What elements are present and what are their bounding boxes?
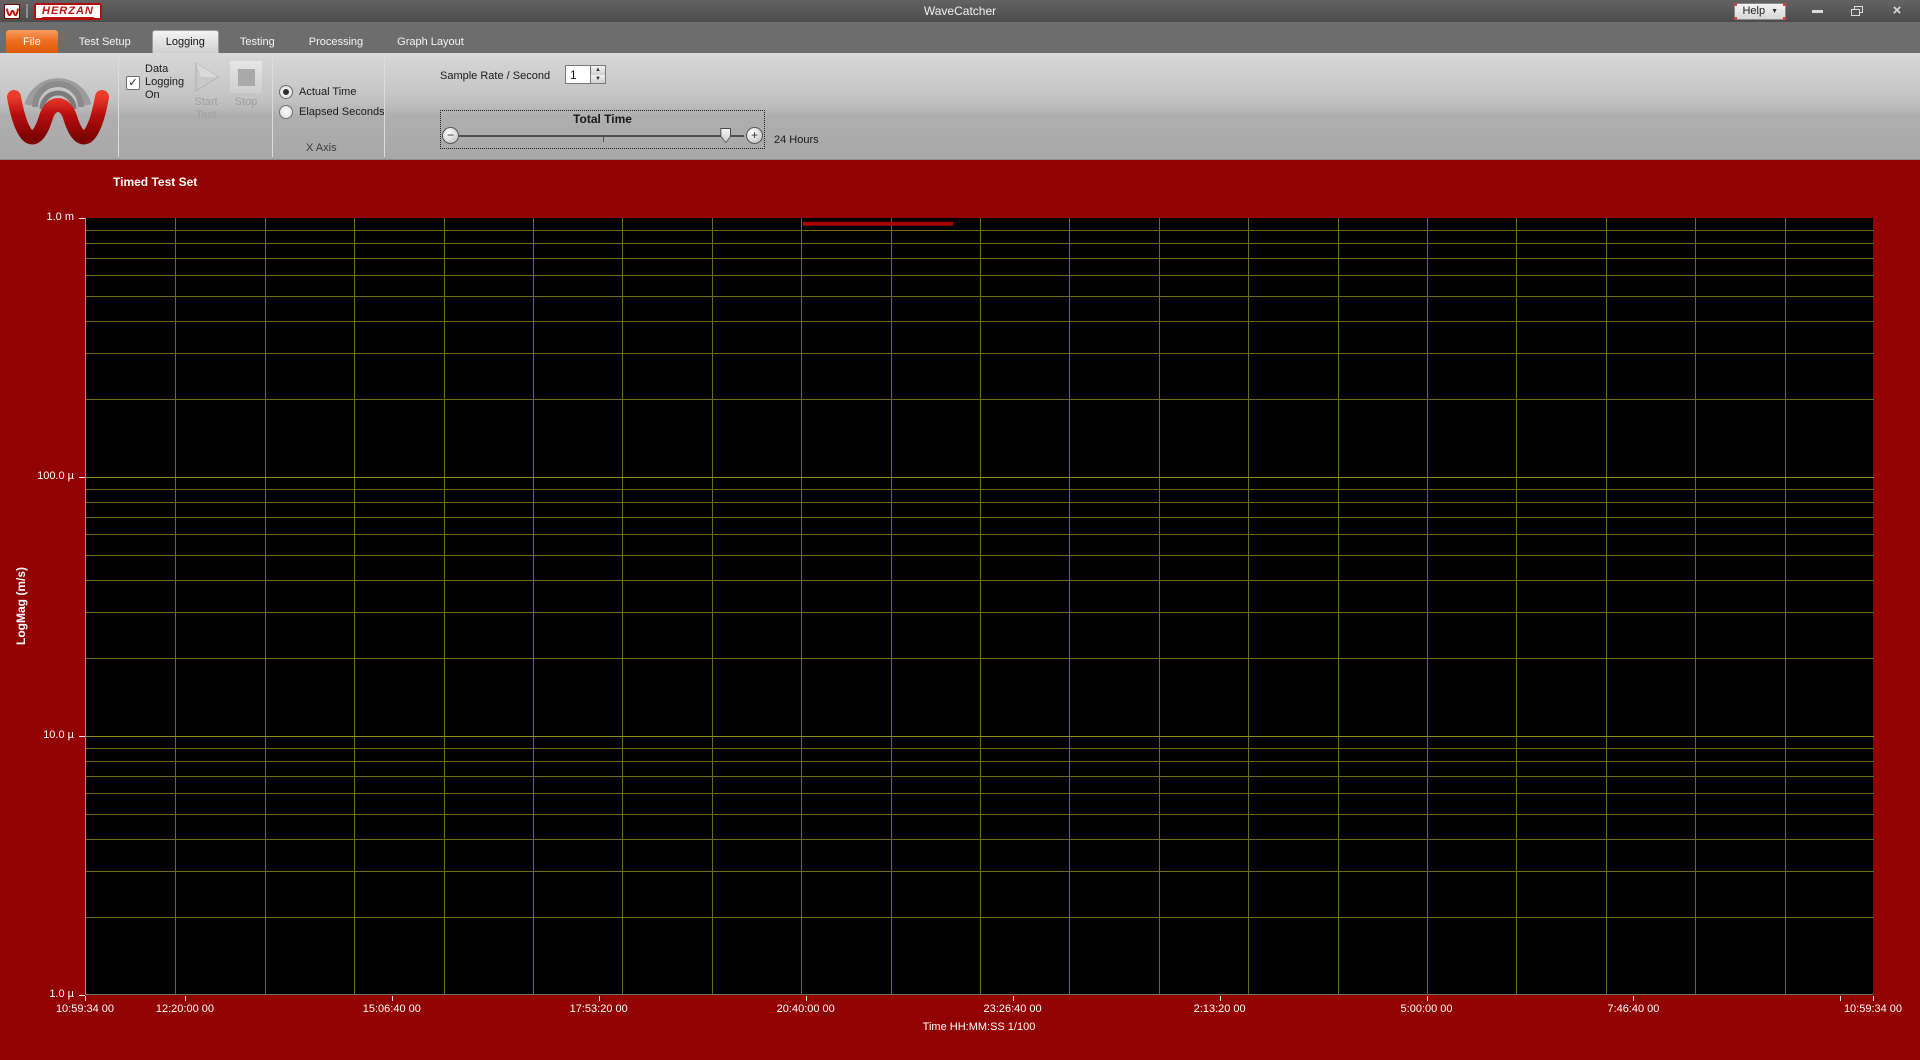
tab-testing[interactable]: Testing bbox=[227, 30, 288, 53]
chart-panel: Timed Test Set LogMag (m/s) Time HH:MM:S… bbox=[0, 160, 1920, 1060]
y-axis-title: LogMag (m/s) bbox=[14, 567, 28, 645]
x-tick-mark bbox=[1873, 996, 1874, 1001]
x-tick-mark bbox=[391, 996, 393, 1001]
plot-area[interactable] bbox=[85, 218, 1874, 995]
tab-processing[interactable]: Processing bbox=[296, 30, 376, 53]
stop-button[interactable]: Stop bbox=[226, 58, 266, 108]
total-time-slider[interactable]: − + bbox=[441, 126, 764, 146]
ribbon-tab-strip: File Test Setup Logging Testing Processi… bbox=[0, 22, 1920, 53]
x-tick-mark bbox=[1012, 996, 1014, 1001]
y-tick-label: 1.0 µ bbox=[49, 988, 74, 1000]
plot-grid bbox=[86, 218, 1874, 995]
minus-icon: − bbox=[446, 128, 454, 142]
play-icon bbox=[195, 62, 219, 92]
radio-unselected-icon bbox=[279, 105, 293, 119]
stop-icon bbox=[230, 61, 262, 93]
ribbon: ✓ Data Logging On Start Test Stop Actual… bbox=[0, 53, 1920, 160]
x-tick-label: 7:46:40 00 bbox=[1607, 1003, 1660, 1015]
radio-elapsed-seconds-label: Elapsed Seconds bbox=[299, 106, 385, 118]
x-tick-mark bbox=[1633, 996, 1635, 1001]
x-tick-mark bbox=[85, 996, 86, 1001]
start-test-button[interactable]: Start Test bbox=[186, 58, 226, 122]
tab-test-setup[interactable]: Test Setup bbox=[66, 30, 144, 53]
total-time-value: 24 Hours bbox=[774, 134, 819, 146]
x-tick-mark bbox=[805, 996, 807, 1001]
data-logging-toggle[interactable]: ✓ Data Logging On bbox=[126, 63, 190, 102]
x-tick-mark bbox=[1426, 996, 1428, 1001]
slider-track[interactable] bbox=[459, 135, 744, 137]
window-title: WaveCatcher bbox=[923, 4, 997, 18]
stop-label: Stop bbox=[234, 96, 258, 108]
tab-logging[interactable]: Logging bbox=[151, 30, 219, 53]
x-axis-title: Time HH:MM:SS 1/100 bbox=[922, 1021, 1036, 1033]
start-test-label: Start Test bbox=[194, 96, 218, 121]
spin-down-icon[interactable]: ▼ bbox=[591, 74, 605, 83]
x-tick-label: 15:06:40 00 bbox=[362, 1003, 421, 1015]
x-tick-mark bbox=[1840, 996, 1842, 1001]
y-tick-label: 10.0 µ bbox=[43, 729, 74, 741]
slider-decrement-button[interactable]: − bbox=[442, 127, 459, 144]
slider-increment-button[interactable]: + bbox=[746, 127, 763, 144]
y-tick-label: 100.0 µ bbox=[37, 470, 74, 482]
x-axis-group-label: X Axis bbox=[306, 142, 337, 154]
x-tick-label: 2:13:20 00 bbox=[1193, 1003, 1246, 1015]
y-tick-mark bbox=[79, 218, 85, 219]
x-tick-mark bbox=[184, 996, 186, 1001]
help-button[interactable]: Help ▼ bbox=[1734, 2, 1786, 20]
check-icon: ✓ bbox=[128, 76, 138, 89]
sample-rate-value[interactable]: 1 bbox=[565, 65, 591, 84]
group-separator bbox=[384, 55, 385, 157]
plus-icon: + bbox=[750, 128, 758, 142]
radio-actual-time-label: Actual Time bbox=[299, 86, 357, 98]
data-logging-checkbox[interactable]: ✓ bbox=[126, 75, 140, 90]
data-logging-label: Data Logging On bbox=[145, 63, 185, 101]
tab-graph-layout[interactable]: Graph Layout bbox=[384, 30, 477, 53]
restore-icon bbox=[1851, 6, 1863, 16]
tab-file[interactable]: File bbox=[6, 30, 58, 53]
help-button-label: Help bbox=[1742, 5, 1766, 17]
x-tick-mark bbox=[1219, 996, 1221, 1001]
sample-rate-spinner[interactable]: 1 ▲ ▼ bbox=[565, 65, 606, 84]
x-tick-label: 20:40:00 00 bbox=[776, 1003, 835, 1015]
slider-center-tick bbox=[602, 135, 604, 142]
spin-up-icon[interactable]: ▲ bbox=[591, 66, 605, 75]
x-tick-label: 17:53:20 00 bbox=[569, 1003, 628, 1015]
y-tick-label: 1.0 m bbox=[46, 211, 74, 223]
y-tick-mark bbox=[79, 477, 85, 478]
x-tick-mark bbox=[598, 996, 600, 1001]
x-tick-label: 23:26:40 00 bbox=[983, 1003, 1042, 1015]
chart-title: Timed Test Set bbox=[113, 175, 198, 189]
radio-selected-icon bbox=[279, 85, 293, 99]
group-separator bbox=[272, 55, 273, 157]
total-time-title: Total Time bbox=[573, 112, 632, 126]
total-time-slider-group: Total Time − + bbox=[440, 110, 765, 149]
slider-thumb[interactable] bbox=[720, 128, 732, 143]
y-tick-mark bbox=[79, 736, 85, 737]
group-separator bbox=[118, 55, 119, 157]
x-tick-label: 10:59:34 00 bbox=[1843, 1003, 1903, 1015]
wavecatcher-logo-icon bbox=[7, 78, 109, 145]
chevron-down-icon: ▼ bbox=[1771, 7, 1778, 15]
x-tick-label: 12:20:00 00 bbox=[155, 1003, 214, 1015]
radio-elapsed-seconds[interactable]: Elapsed Seconds bbox=[279, 105, 385, 119]
sample-rate-label: Sample Rate / Second bbox=[440, 70, 551, 82]
x-tick-label: 10:59:34 00 bbox=[55, 1003, 115, 1015]
radio-actual-time[interactable]: Actual Time bbox=[279, 85, 356, 99]
title-bar: HERZAN WaveCatcher Help ▼ × bbox=[0, 0, 1920, 22]
x-tick-label: 5:00:00 00 bbox=[1400, 1003, 1453, 1015]
